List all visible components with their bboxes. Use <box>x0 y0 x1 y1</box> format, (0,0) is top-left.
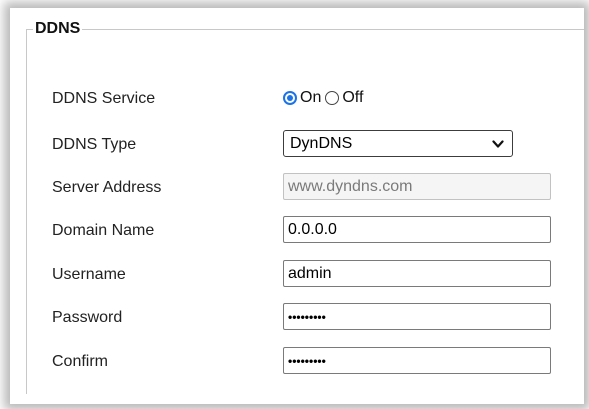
ddns-type-control: DynDNS <box>283 130 513 157</box>
username-control: admin <box>283 260 551 287</box>
row-username: Username admin <box>27 260 584 290</box>
username-label: Username <box>52 266 126 283</box>
ddns-fieldset: DDNS DDNS Service On Off DDNS Type DynDN… <box>26 20 584 394</box>
confirm-control: ••••••••• <box>283 347 551 374</box>
row-password: Password ••••••••• <box>27 303 584 333</box>
password-input[interactable]: ••••••••• <box>283 303 551 330</box>
confirm-password-input[interactable]: ••••••••• <box>283 347 551 374</box>
row-server-address: Server Address www.dyndns.com <box>27 173 584 203</box>
page: DDNS DDNS Service On Off DDNS Type DynDN… <box>0 0 589 409</box>
ddns-service-on-label[interactable]: On <box>300 89 321 107</box>
row-ddns-service: DDNS Service On Off <box>27 84 584 114</box>
server-address-control: www.dyndns.com <box>283 173 551 200</box>
ddns-service-on-radio[interactable] <box>283 90 297 105</box>
ddns-service-off-label[interactable]: Off <box>342 89 363 107</box>
row-domain-name: Domain Name 0.0.0.0 <box>27 216 584 246</box>
domain-name-control: 0.0.0.0 <box>283 216 551 243</box>
ddns-type-label: DDNS Type <box>52 136 137 153</box>
ddns-type-selected-value: DynDNS <box>290 134 353 152</box>
domain-name-input[interactable]: 0.0.0.0 <box>283 216 551 243</box>
section-title: DDNS <box>35 20 81 37</box>
ddns-panel: DDNS DDNS Service On Off DDNS Type DynDN… <box>16 18 584 400</box>
row-confirm: Confirm ••••••••• <box>27 347 584 377</box>
ddns-type-select[interactable]: DynDNS <box>283 130 513 157</box>
row-ddns-type: DDNS Type DynDNS <box>27 130 584 160</box>
password-label: Password <box>52 309 123 326</box>
server-address-label: Server Address <box>52 179 162 196</box>
domain-name-label: Domain Name <box>52 222 155 239</box>
confirm-label: Confirm <box>52 353 109 370</box>
server-address-input[interactable]: www.dyndns.com <box>283 173 551 200</box>
password-control: ••••••••• <box>283 303 551 330</box>
ddns-service-label: DDNS Service <box>52 90 156 107</box>
chevron-down-icon <box>492 140 504 148</box>
username-input[interactable]: admin <box>283 260 551 287</box>
ddns-service-off-radio[interactable] <box>325 90 340 105</box>
ddns-service-radio-group: On Off <box>283 84 367 111</box>
